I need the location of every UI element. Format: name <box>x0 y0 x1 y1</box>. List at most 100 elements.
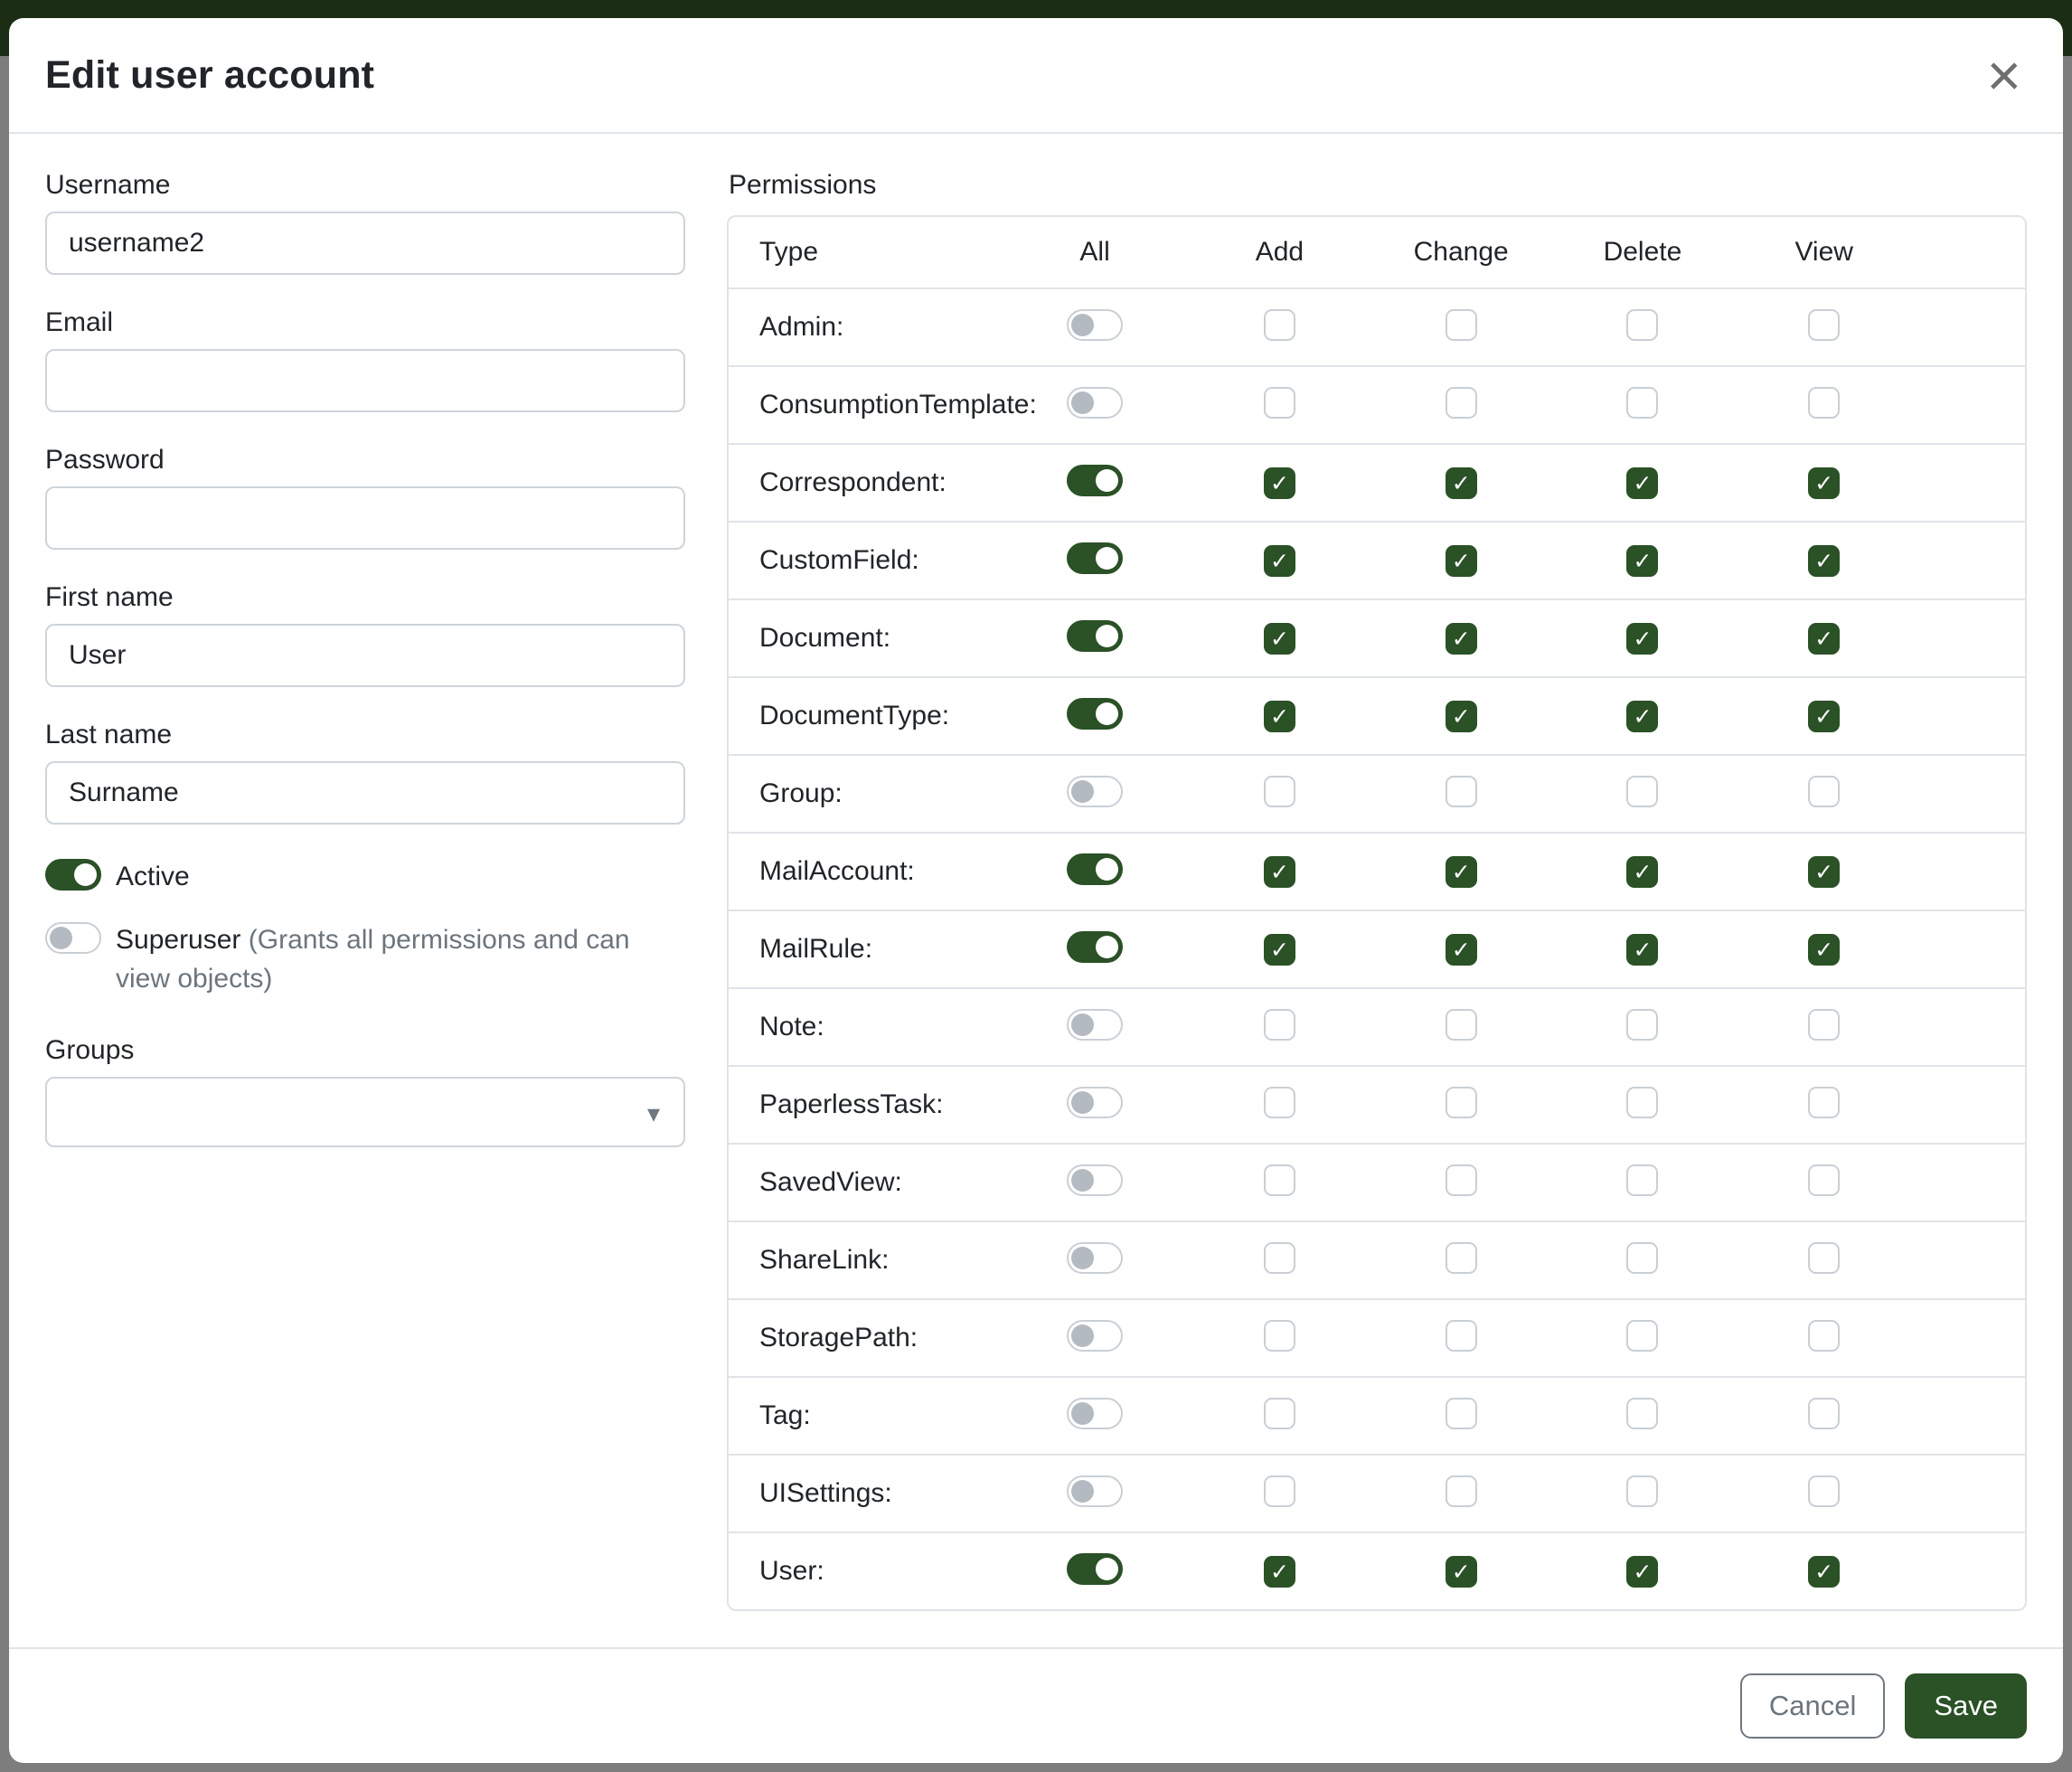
user-all-toggle[interactable] <box>1067 1553 1123 1585</box>
superuser-toggle[interactable] <box>45 922 101 954</box>
uisettings-change-checkbox[interactable] <box>1446 1475 1477 1507</box>
mailrule-add-checkbox[interactable]: ✓ <box>1264 934 1295 966</box>
mailaccount-change-checkbox[interactable]: ✓ <box>1446 856 1477 888</box>
mailaccount-add-checkbox[interactable]: ✓ <box>1264 856 1295 888</box>
note-all-toggle[interactable] <box>1067 1009 1123 1041</box>
tag-change-checkbox[interactable] <box>1446 1398 1477 1429</box>
sharelink-delete-checkbox[interactable] <box>1626 1242 1658 1274</box>
correspondent-add-checkbox[interactable]: ✓ <box>1264 467 1295 499</box>
username-field-group: Username <box>45 170 685 275</box>
user-add-checkbox[interactable]: ✓ <box>1264 1556 1295 1588</box>
consumptiontemplate-change-checkbox[interactable] <box>1446 387 1477 419</box>
close-button[interactable]: × <box>1981 48 2027 102</box>
uisettings-all-toggle[interactable] <box>1067 1475 1123 1507</box>
correspondent-change-checkbox[interactable]: ✓ <box>1446 467 1477 499</box>
documenttype-add-checkbox[interactable]: ✓ <box>1264 701 1295 732</box>
documenttype-all-toggle[interactable] <box>1067 698 1123 730</box>
note-change-checkbox[interactable] <box>1446 1009 1477 1041</box>
mailaccount-delete-checkbox[interactable]: ✓ <box>1626 856 1658 888</box>
user-delete-checkbox[interactable]: ✓ <box>1626 1556 1658 1588</box>
storagepath-all-toggle[interactable] <box>1067 1320 1123 1352</box>
user-view-checkbox[interactable]: ✓ <box>1808 1556 1840 1588</box>
savedview-change-checkbox[interactable] <box>1446 1164 1477 1196</box>
correspondent-all-toggle[interactable] <box>1067 465 1123 496</box>
mailrule-view-checkbox[interactable]: ✓ <box>1808 934 1840 966</box>
savedview-all-toggle[interactable] <box>1067 1164 1123 1196</box>
document-view-checkbox[interactable]: ✓ <box>1808 623 1840 655</box>
sharelink-change-checkbox[interactable] <box>1446 1242 1477 1274</box>
customfield-delete-checkbox[interactable]: ✓ <box>1626 545 1658 577</box>
customfield-change-checkbox[interactable]: ✓ <box>1446 545 1477 577</box>
paperlesstask-view-checkbox[interactable] <box>1808 1087 1840 1118</box>
mailrule-change-checkbox[interactable]: ✓ <box>1446 934 1477 966</box>
document-add-checkbox[interactable]: ✓ <box>1264 623 1295 655</box>
consumptiontemplate-all-toggle[interactable] <box>1067 387 1123 419</box>
active-toggle[interactable] <box>45 859 101 891</box>
paperlesstask-add-checkbox[interactable] <box>1264 1087 1295 1118</box>
permission-row-mailrule: MailRule:✓✓✓✓ <box>729 910 2025 987</box>
mailaccount-all-toggle[interactable] <box>1067 853 1123 885</box>
storagepath-add-checkbox[interactable] <box>1264 1320 1295 1352</box>
uisettings-delete-checkbox[interactable] <box>1626 1475 1658 1507</box>
note-add-checkbox[interactable] <box>1264 1009 1295 1041</box>
tag-delete-checkbox[interactable] <box>1626 1398 1658 1429</box>
consumptiontemplate-delete-checkbox[interactable] <box>1626 387 1658 419</box>
tag-view-checkbox[interactable] <box>1808 1398 1840 1429</box>
group-delete-checkbox[interactable] <box>1626 776 1658 807</box>
first-name-input[interactable] <box>45 624 685 687</box>
admin-view-checkbox[interactable] <box>1808 309 1840 341</box>
password-input[interactable] <box>45 486 685 550</box>
mailaccount-view-checkbox[interactable]: ✓ <box>1808 856 1840 888</box>
savedview-delete-checkbox[interactable] <box>1626 1164 1658 1196</box>
correspondent-view-checkbox[interactable]: ✓ <box>1808 467 1840 499</box>
uisettings-add-checkbox[interactable] <box>1264 1475 1295 1507</box>
documenttype-delete-checkbox[interactable]: ✓ <box>1626 701 1658 732</box>
last-name-field-group: Last name <box>45 720 685 825</box>
documenttype-view-checkbox[interactable]: ✓ <box>1808 701 1840 732</box>
customfield-all-toggle[interactable] <box>1067 542 1123 574</box>
admin-add-checkbox[interactable] <box>1264 309 1295 341</box>
storagepath-delete-checkbox[interactable] <box>1626 1320 1658 1352</box>
group-all-toggle[interactable] <box>1067 776 1123 807</box>
correspondent-delete-checkbox[interactable]: ✓ <box>1626 467 1658 499</box>
sharelink-view-checkbox[interactable] <box>1808 1242 1840 1274</box>
permissions-table: TypeAllAddChangeDeleteView Admin:Consump… <box>727 215 2027 1611</box>
paperlesstask-change-checkbox[interactable] <box>1446 1087 1477 1118</box>
save-button[interactable]: Save <box>1905 1673 2027 1739</box>
email-input[interactable] <box>45 349 685 412</box>
paperlesstask-all-toggle[interactable] <box>1067 1087 1123 1118</box>
tag-all-toggle[interactable] <box>1067 1398 1123 1429</box>
mailrule-all-toggle[interactable] <box>1067 931 1123 963</box>
customfield-view-checkbox[interactable]: ✓ <box>1808 545 1840 577</box>
document-all-toggle[interactable] <box>1067 620 1123 652</box>
last-name-input[interactable] <box>45 761 685 825</box>
paperlesstask-delete-checkbox[interactable] <box>1626 1087 1658 1118</box>
documenttype-change-checkbox[interactable]: ✓ <box>1446 701 1477 732</box>
groups-select[interactable]: ▾ <box>45 1077 685 1147</box>
storagepath-change-checkbox[interactable] <box>1446 1320 1477 1352</box>
username-input[interactable] <box>45 212 685 275</box>
admin-change-checkbox[interactable] <box>1446 309 1477 341</box>
note-delete-checkbox[interactable] <box>1626 1009 1658 1041</box>
tag-add-checkbox[interactable] <box>1264 1398 1295 1429</box>
user-change-checkbox[interactable]: ✓ <box>1446 1556 1477 1588</box>
group-add-checkbox[interactable] <box>1264 776 1295 807</box>
mailrule-delete-checkbox[interactable]: ✓ <box>1626 934 1658 966</box>
savedview-add-checkbox[interactable] <box>1264 1164 1295 1196</box>
admin-delete-checkbox[interactable] <box>1626 309 1658 341</box>
storagepath-view-checkbox[interactable] <box>1808 1320 1840 1352</box>
document-delete-checkbox[interactable]: ✓ <box>1626 623 1658 655</box>
sharelink-all-toggle[interactable] <box>1067 1242 1123 1274</box>
customfield-add-checkbox[interactable]: ✓ <box>1264 545 1295 577</box>
savedview-view-checkbox[interactable] <box>1808 1164 1840 1196</box>
consumptiontemplate-add-checkbox[interactable] <box>1264 387 1295 419</box>
group-view-checkbox[interactable] <box>1808 776 1840 807</box>
group-change-checkbox[interactable] <box>1446 776 1477 807</box>
consumptiontemplate-view-checkbox[interactable] <box>1808 387 1840 419</box>
sharelink-add-checkbox[interactable] <box>1264 1242 1295 1274</box>
document-change-checkbox[interactable]: ✓ <box>1446 623 1477 655</box>
admin-all-toggle[interactable] <box>1067 309 1123 341</box>
uisettings-view-checkbox[interactable] <box>1808 1475 1840 1507</box>
note-view-checkbox[interactable] <box>1808 1009 1840 1041</box>
cancel-button[interactable]: Cancel <box>1740 1673 1886 1739</box>
